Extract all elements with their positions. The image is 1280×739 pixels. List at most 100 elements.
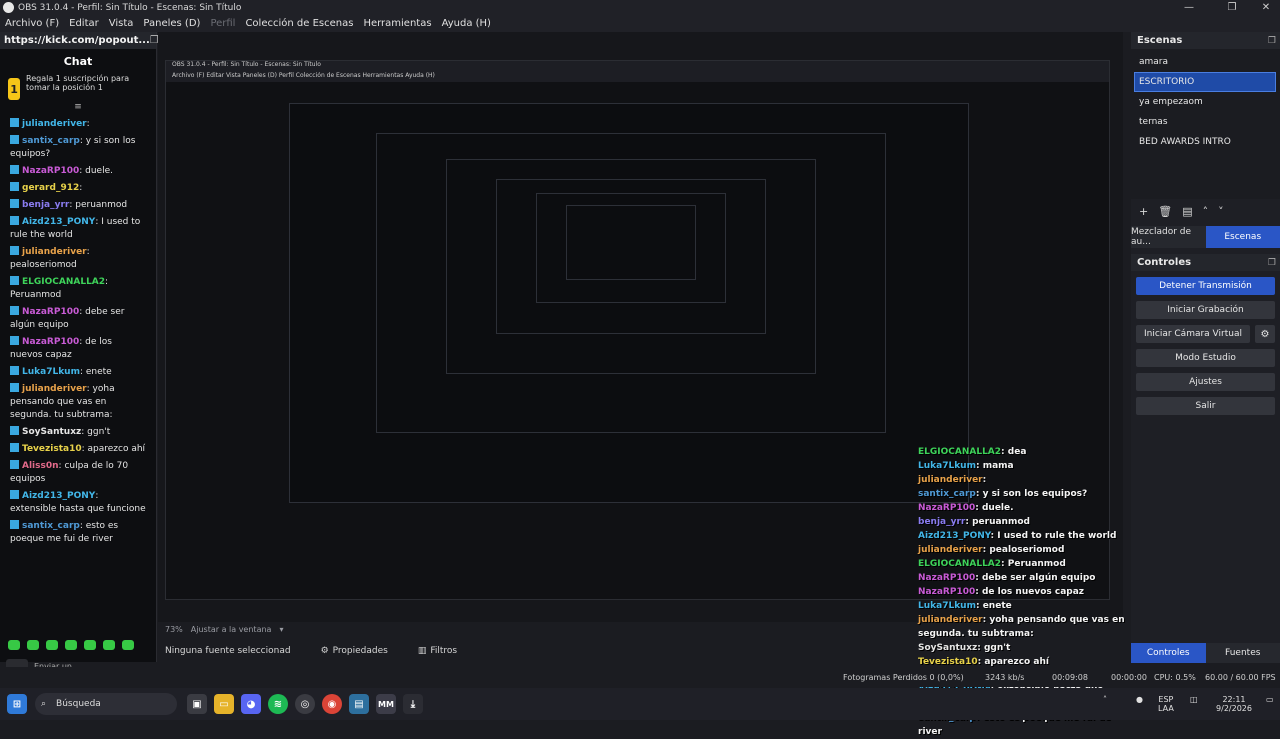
menu-docks[interactable]: Paneles (D) <box>138 18 205 29</box>
tray-chevron-icon[interactable]: ˄ <box>1103 695 1107 704</box>
chat-username[interactable]: julianderiver <box>22 119 87 129</box>
badge-icon <box>10 165 19 174</box>
menu-help[interactable]: Ayuda (H) <box>437 18 496 29</box>
spotify-icon[interactable]: ≋ <box>268 694 288 714</box>
filter-icon[interactable]: ▤ <box>1182 205 1192 218</box>
scene-item[interactable]: BED AWARDS INTRO <box>1131 132 1280 152</box>
chat-username[interactable]: NazaRP100 <box>22 337 79 347</box>
chat-username[interactable]: julianderiver <box>22 384 87 394</box>
menu-profile[interactable]: Perfil <box>205 18 240 29</box>
gear-icon[interactable]: ⚙ <box>1255 325 1275 343</box>
overlay-message: NazaRP100: debe ser algún equipo <box>918 571 1133 585</box>
menu-scene-collection[interactable]: Colección de Escenas <box>240 18 358 29</box>
emote-icon[interactable] <box>122 640 134 650</box>
chat-username[interactable]: Luka7Lkum <box>22 367 80 377</box>
pin-toggle-icon[interactable]: ≡ <box>0 102 156 112</box>
maximize-button[interactable]: ❐ <box>1218 0 1246 15</box>
mm-app-icon[interactable]: MM <box>376 694 396 714</box>
tab-audio-mixer[interactable]: Mezclador de au... <box>1131 226 1206 248</box>
trash-icon[interactable]: 🗑 <box>1158 205 1172 218</box>
emote-icon[interactable] <box>65 640 77 650</box>
chat-message: benja_yrr: peruanmod <box>10 199 146 212</box>
task-view-icon[interactable]: ▣ <box>187 694 207 714</box>
zoom-select[interactable]: Ajustar a la ventana <box>191 625 272 634</box>
chat-username[interactable]: Tevezista10 <box>22 444 82 454</box>
menu-view[interactable]: Vista <box>104 18 139 29</box>
chat-username[interactable]: gerard_912 <box>22 183 79 193</box>
overlay-message: ELGIOCANALLA2: dea <box>918 445 1133 459</box>
chat-username[interactable]: NazaRP100 <box>22 166 79 176</box>
zoom-level: 73% <box>165 625 183 634</box>
network-icon[interactable]: ◫ <box>1190 695 1198 704</box>
chat-username[interactable]: benja_yrr <box>22 200 69 210</box>
chrome-icon[interactable]: ◉ <box>322 694 342 714</box>
notification-icon[interactable]: ▭ <box>1266 695 1274 704</box>
app-icon[interactable]: ▤ <box>349 694 369 714</box>
tab-scenes[interactable]: Escenas <box>1206 226 1280 248</box>
badge-icon <box>10 366 19 375</box>
chat-username[interactable]: santix_carp <box>22 136 80 146</box>
taskbar-search[interactable]: ⌕ Búsqueda <box>35 693 177 715</box>
chat-username[interactable]: ELGIOCANALLA2 <box>22 277 105 287</box>
overlay-message: julianderiver: <box>918 473 1133 487</box>
chevron-up-icon[interactable]: ˄ <box>1203 205 1209 218</box>
exit-button[interactable]: Salir <box>1136 397 1275 415</box>
menu-file[interactable]: Archivo (F) <box>0 18 64 29</box>
menu-edit[interactable]: Editar <box>64 18 104 29</box>
chat-dock-url: https://kick.com/popout... <box>4 35 150 46</box>
filters-button[interactable]: ▥Filtros <box>418 646 457 656</box>
menu-tools[interactable]: Herramientas <box>358 18 436 29</box>
obs-icon[interactable]: ◎ <box>295 694 315 714</box>
tab-controls[interactable]: Controles <box>1131 643 1206 663</box>
gear-icon: ⚙ <box>321 646 329 656</box>
chevron-down-icon[interactable]: ▾ <box>279 625 283 634</box>
chat-username[interactable]: SoySantuxz <box>22 427 81 437</box>
scene-item[interactable]: amara <box>1131 52 1280 72</box>
overlay-text: de los nuevos capaz <box>982 587 1084 597</box>
chat-username[interactable]: Aizd213_PONY <box>22 217 95 227</box>
emote-icon[interactable] <box>27 640 39 650</box>
start-icon[interactable]: ⊞ <box>7 694 27 714</box>
close-button[interactable]: ✕ <box>1252 0 1280 15</box>
overlay-text: debe ser algún equipo <box>982 573 1095 583</box>
clock[interactable]: 22:11 9/2/2026 <box>1208 695 1260 713</box>
start-recording-button[interactable]: Iniciar Grabación <box>1136 301 1275 319</box>
chat-username[interactable]: NazaRP100 <box>22 307 79 317</box>
bottom-dock-tabs: Controles Fuentes <box>1131 643 1280 663</box>
emote-icon[interactable] <box>84 640 96 650</box>
scene-item[interactable]: ya empezaom <box>1131 92 1280 112</box>
studio-mode-button[interactable]: Modo Estudio <box>1136 349 1275 367</box>
minimize-button[interactable]: — <box>1175 0 1203 15</box>
tray-icon[interactable]: ● <box>1136 695 1143 704</box>
add-icon[interactable]: + <box>1139 205 1148 218</box>
chat-username[interactable]: Aizd213_PONY <box>22 491 95 501</box>
downloads-icon[interactable]: ⤓ <box>403 694 423 714</box>
settings-button[interactable]: Ajustes <box>1136 373 1275 391</box>
chat-separator: : <box>105 277 108 287</box>
chat-username[interactable]: julianderiver <box>22 247 87 257</box>
gift-banner[interactable]: 1 Regala 1 suscripción para tomar la pos… <box>0 72 156 102</box>
chat-text: peruanmod <box>75 200 127 210</box>
file-explorer-icon[interactable]: ▭ <box>214 694 234 714</box>
overlay-message: Luka7Lkum: enete <box>918 599 1133 613</box>
status-bar: Fotogramas Perdidos 0 (0,0%) 3243 kb/s 0… <box>0 667 1280 687</box>
chat-username[interactable]: santix_carp <box>22 521 80 531</box>
chevron-down-icon[interactable]: ˅ <box>1218 205 1224 218</box>
float-dock-icon[interactable]: ❐ <box>1268 258 1276 268</box>
virtual-camera-button[interactable]: Iniciar Cámara Virtual <box>1136 325 1250 343</box>
float-dock-icon[interactable]: ❐ <box>1268 36 1276 46</box>
scene-item[interactable]: ternas <box>1131 112 1280 132</box>
chat-username[interactable]: Aliss0n <box>22 461 59 471</box>
obs-logo-icon <box>3 2 14 13</box>
stop-stream-button[interactable]: Detener Transmisión <box>1136 277 1275 295</box>
discord-icon[interactable]: ◕ <box>241 694 261 714</box>
scene-item-selected[interactable]: ESCRITORIO <box>1134 72 1276 92</box>
emote-icon[interactable] <box>103 640 115 650</box>
language-indicator[interactable]: ESP LAA <box>1158 695 1174 713</box>
badge-icon <box>10 118 19 127</box>
properties-button[interactable]: ⚙Propiedades <box>321 646 388 656</box>
overlay-separator: : <box>975 503 982 513</box>
tab-sources[interactable]: Fuentes <box>1206 643 1280 663</box>
emote-icon[interactable] <box>8 640 20 650</box>
emote-icon[interactable] <box>46 640 58 650</box>
